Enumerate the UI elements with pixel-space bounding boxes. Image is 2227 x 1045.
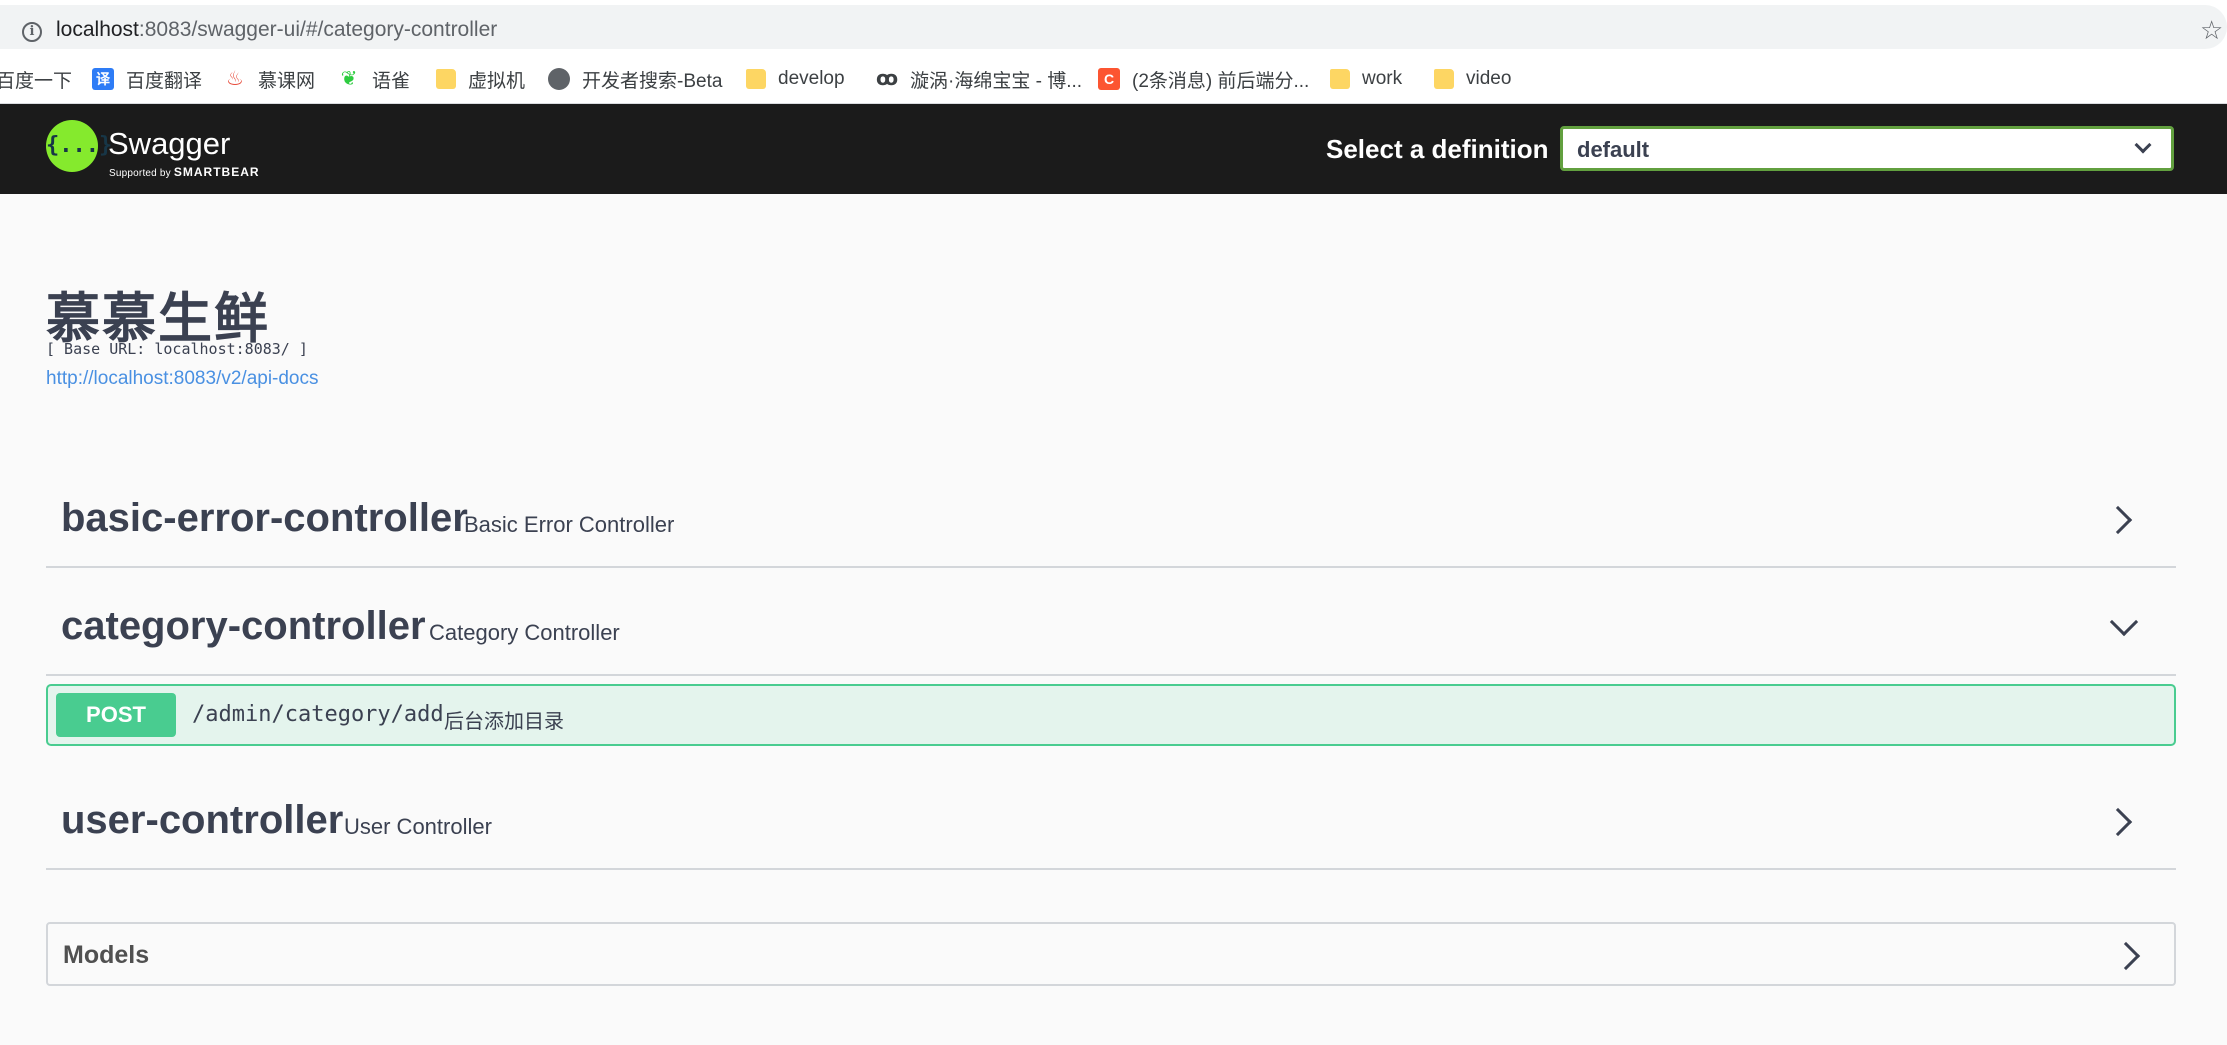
- swirl-icon: ꝏ: [876, 68, 899, 90]
- bookmark-work[interactable]: work: [1330, 64, 1402, 94]
- bookmark-vm[interactable]: 虚拟机: [436, 64, 525, 94]
- tag-name: user-controller: [61, 798, 344, 842]
- url-path: :8083/swagger-ui/#/category-controller: [138, 18, 498, 41]
- bookmark-dev-search[interactable]: 开发者搜索-Beta: [548, 64, 722, 94]
- method-badge-post: POST: [56, 693, 176, 737]
- models-title: Models: [63, 941, 150, 969]
- folder-icon: [746, 69, 766, 89]
- folder-icon: [436, 69, 456, 89]
- tag-description: User Controller: [344, 814, 492, 839]
- chevron-down-icon: [2134, 136, 2152, 154]
- chevron-down-icon: [2109, 607, 2139, 637]
- swagger-logo-icon: {...}: [46, 120, 112, 172]
- bookmark-baidu[interactable]: 百度一下: [0, 64, 72, 94]
- bookmark-label: (2条消息) 前后端分...: [1132, 70, 1310, 92]
- definition-label: Select a definition: [1326, 134, 1549, 164]
- tag-category-controller[interactable]: category-controller Category Controller: [46, 582, 2176, 676]
- base-url: [ Base URL: localhost:8083/ ]: [46, 340, 308, 358]
- operation-summary: 后台添加目录: [444, 711, 564, 733]
- bookmark-label: 语雀: [372, 70, 411, 92]
- tag-name: basic-error-controller: [61, 496, 468, 540]
- swagger-logo-sub: Supported by SMARTBEAR: [109, 165, 260, 179]
- bookmark-csdn[interactable]: C (2条消息) 前后端分...: [1098, 64, 1309, 94]
- fire-icon: ♨: [226, 68, 244, 90]
- tag-basic-error-controller[interactable]: basic-error-controller Basic Error Contr…: [46, 474, 2176, 568]
- tag-description: Basic Error Controller: [464, 512, 675, 537]
- info-icon[interactable]: i: [22, 22, 42, 42]
- bookmark-label: 虚拟机: [468, 70, 526, 92]
- logo-sub-brand: SMARTBEAR: [173, 165, 260, 179]
- tag-description: Category Controller: [429, 620, 620, 645]
- bookmark-label: 百度一下: [0, 70, 73, 92]
- globe-icon: [548, 68, 570, 90]
- bookmark-label: 开发者搜索-Beta: [582, 70, 723, 92]
- swagger-topbar: {...} Swagger Supported by SMARTBEAR Sel…: [0, 104, 2227, 194]
- api-docs-link[interactable]: http://localhost:8083/v2/api-docs: [46, 368, 319, 390]
- opblock-post-admin-category-add[interactable]: POST /admin/category/add 后台添加目录: [46, 684, 2176, 746]
- bookmark-baidu-fanyi[interactable]: 译 百度翻译: [92, 64, 202, 94]
- bookmark-develop[interactable]: develop: [746, 64, 845, 94]
- browser-address-bar: i localhost:8083/swagger-ui/#/category-c…: [0, 0, 2227, 54]
- bookmark-star-icon[interactable]: ☆: [2200, 15, 2223, 46]
- models-section[interactable]: Models: [46, 922, 2176, 986]
- folder-icon: [1330, 69, 1350, 89]
- logo-sub-prefix: Supported by: [109, 168, 171, 179]
- url-text[interactable]: localhost:8083/swagger-ui/#/category-con…: [56, 18, 497, 42]
- chevron-right-icon: [2111, 941, 2141, 971]
- operation-path: /admin/category/add: [192, 702, 444, 727]
- swagger-logo-name: Swagger: [108, 126, 231, 161]
- bookmark-spongebob[interactable]: ꝏ 漩涡·海绵宝宝 - 博...: [876, 64, 1082, 94]
- fanyi-icon: 译: [92, 68, 114, 90]
- bookmark-label: work: [1362, 68, 1403, 89]
- bookmark-label: 漩涡·海绵宝宝 - 博...: [910, 70, 1083, 92]
- omnibox[interactable]: i localhost:8083/swagger-ui/#/category-c…: [0, 5, 2227, 49]
- chevron-right-icon: [2103, 807, 2133, 837]
- bookmark-imooc[interactable]: ♨ 慕课网: [224, 64, 315, 94]
- chevron-right-icon: [2103, 505, 2133, 535]
- tag-name: category-controller: [61, 604, 426, 648]
- leaf-icon: ❦: [340, 68, 358, 90]
- csdn-icon: C: [1098, 68, 1120, 90]
- bookmark-yuque[interactable]: ❦ 语雀: [338, 64, 410, 94]
- url-host: localhost: [56, 18, 139, 41]
- tag-user-controller[interactable]: user-controller User Controller: [46, 776, 2176, 870]
- bookmarks-bar: 百度一下 译 百度翻译 ♨ 慕课网 ❦ 语雀 虚拟机 开发者搜索-Beta de…: [0, 54, 2227, 104]
- bookmark-label: develop: [778, 68, 845, 89]
- definition-select[interactable]: default: [1560, 126, 2174, 171]
- bookmark-label: 慕课网: [258, 70, 316, 92]
- bookmark-video[interactable]: video: [1434, 64, 1511, 94]
- bookmark-label: video: [1466, 68, 1512, 89]
- definition-select-value: default: [1577, 137, 1650, 162]
- folder-icon: [1434, 69, 1454, 89]
- bookmark-label: 百度翻译: [126, 70, 203, 92]
